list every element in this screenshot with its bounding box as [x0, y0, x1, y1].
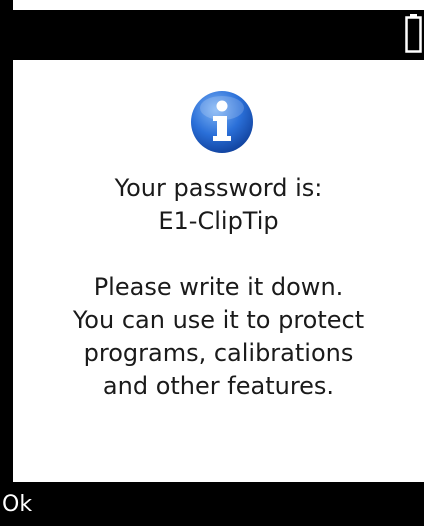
- device-screen: Your password is: E1-ClipTip Please writ…: [0, 0, 424, 526]
- message-line-usage-2: programs, calibrations: [83, 339, 354, 367]
- dialog-message: Your password is: E1-ClipTip Please writ…: [13, 172, 424, 403]
- screen-left-border: [0, 0, 13, 526]
- softkey-bar: Ok: [0, 482, 424, 526]
- message-line-password-label: Your password is:: [114, 174, 323, 202]
- battery-icon: [405, 14, 422, 53]
- status-bar: [0, 10, 424, 60]
- ok-softkey[interactable]: Ok: [2, 492, 32, 518]
- message-line-instruction: Please write it down.: [93, 273, 344, 301]
- message-line-usage-3: and other features.: [102, 372, 335, 400]
- message-line-usage-1: You can use it to protect: [72, 306, 365, 334]
- message-line-password-value: E1-ClipTip: [158, 207, 279, 235]
- info-icon: [191, 91, 253, 153]
- info-dialog: Your password is: E1-ClipTip Please writ…: [13, 60, 424, 482]
